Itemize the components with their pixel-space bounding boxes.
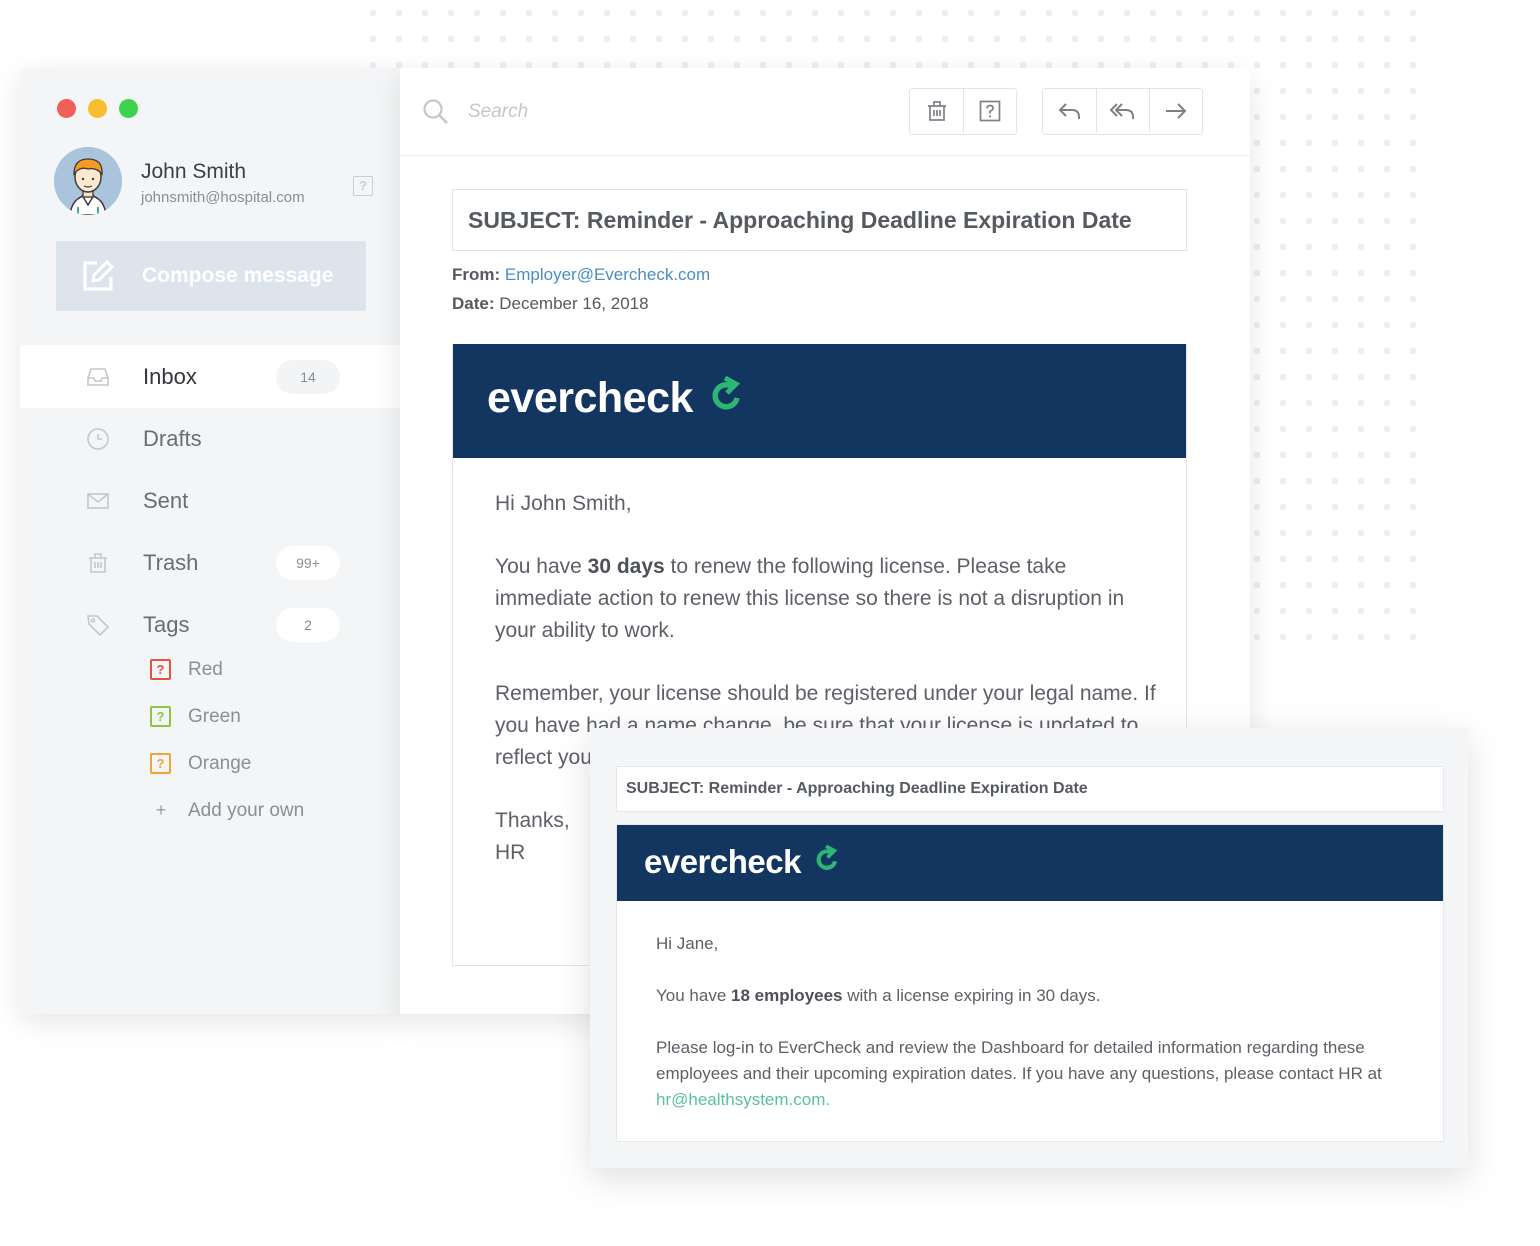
user-email: johnsmith@hospital.com <box>141 189 305 206</box>
count-badge: 14 <box>276 359 340 394</box>
tag-color-icon: ? <box>150 753 171 774</box>
trash-icon <box>89 553 107 573</box>
tag-color-icon: ? <box>150 706 171 727</box>
count-badge: 2 <box>276 608 340 642</box>
popup-paragraph-1: You have 18 employees with a license exp… <box>656 986 1101 1005</box>
forward-arrow-icon <box>1166 103 1187 119</box>
evercheck-logo: evercheck <box>487 374 745 423</box>
tag-label: Green <box>188 705 241 727</box>
refresh-arrow-icon <box>816 844 838 870</box>
search-icon <box>423 99 448 124</box>
reply-button-group <box>1042 88 1203 135</box>
compose-label: Compose message <box>142 264 334 287</box>
add-tag-label: Add your own <box>188 799 305 821</box>
sidebar-item-label: Drafts <box>143 426 202 451</box>
reply-all-icon <box>1109 103 1134 119</box>
reply-all-button[interactable] <box>1096 89 1149 133</box>
compose-icon <box>83 259 115 291</box>
refresh-arrow-icon <box>712 375 741 409</box>
tag-list: ? Red ? Green ? Orange + Add your own <box>20 646 400 834</box>
sidebar-item-label: Inbox <box>143 363 197 389</box>
popup-message: Hi Jane, You have 18 employees with a li… <box>656 931 1416 1139</box>
popup-body-card: evercheck Hi Jane, You have 18 employees… <box>616 824 1444 1142</box>
hr-email-link[interactable]: hr@healthsystem.com. <box>656 1090 830 1109</box>
envelope-icon <box>87 493 109 509</box>
count-badge: 99+ <box>276 546 340 580</box>
sidebar-item-trash[interactable]: Trash 99+ <box>20 532 400 594</box>
tag-color-icon: ? <box>150 659 171 680</box>
forward-button[interactable] <box>1149 89 1202 133</box>
from-line: From: Employer@Evercheck.com <box>452 265 710 285</box>
plus-icon: + <box>155 800 167 820</box>
tag-label: Orange <box>188 752 252 774</box>
sidebar-item-drafts[interactable]: Drafts <box>20 408 400 470</box>
tag-label: Red <box>188 658 223 680</box>
tag-item-green[interactable]: ? Green <box>20 693 400 740</box>
close-window-button[interactable] <box>57 99 76 118</box>
email-subject: SUBJECT: Reminder - Approaching Deadline… <box>452 189 1187 251</box>
add-tag-button[interactable]: + Add your own <box>20 787 400 834</box>
help-icon[interactable]: ? <box>353 176 373 196</box>
popup-paragraph-2: Please log-in to EverCheck and review th… <box>656 1038 1382 1109</box>
sidebar-item-label: Trash <box>143 550 199 575</box>
search-input[interactable] <box>468 96 768 128</box>
email-date: December 16, 2018 <box>499 294 649 313</box>
sidebar-item-label: Tags <box>143 612 190 637</box>
tag-icon <box>87 615 110 637</box>
avatar[interactable] <box>54 147 122 215</box>
tag-item-red[interactable]: ? Red <box>20 646 400 693</box>
popup-banner: evercheck <box>617 825 1443 901</box>
date-label: Date: <box>452 294 495 313</box>
maximize-window-button[interactable] <box>119 99 138 118</box>
minimize-window-button[interactable] <box>88 99 107 118</box>
sidebar-item-sent[interactable]: Sent <box>20 470 400 532</box>
from-label: From: <box>452 265 501 284</box>
date-line: Date: December 16, 2018 <box>452 294 649 314</box>
email-preview-popup: SUBJECT: Reminder - Approaching Deadline… <box>590 728 1468 1168</box>
folder-nav: Inbox 14 Drafts Sent Trash 99+ Tags 2 <box>20 345 400 656</box>
delete-button[interactable] <box>910 89 963 133</box>
sidebar-item-label: Sent <box>143 488 189 513</box>
toolbar <box>400 68 1250 156</box>
help-icon <box>979 100 1001 122</box>
sidebar-item-inbox[interactable]: Inbox 14 <box>20 345 400 408</box>
tag-item-orange[interactable]: ? Orange <box>20 740 400 787</box>
sender-address-link[interactable]: Employer@Evercheck.com <box>505 265 710 284</box>
reply-button[interactable] <box>1043 89 1096 133</box>
paragraph-1: You have 30 days to renew the following … <box>495 555 1125 642</box>
trash-icon <box>927 101 946 121</box>
logo-text: evercheck <box>644 843 801 880</box>
window-controls <box>57 99 138 118</box>
evercheck-logo: evercheck <box>644 843 841 881</box>
reply-icon <box>1058 103 1080 119</box>
user-name: John Smith <box>141 160 247 183</box>
help-button[interactable] <box>963 89 1016 133</box>
sidebar-window: John Smith johnsmith@hospital.com ? Comp… <box>20 68 400 1014</box>
clock-icon <box>87 428 109 450</box>
action-button-group <box>909 88 1017 135</box>
compose-button[interactable]: Compose message <box>56 241 366 311</box>
logo-text: evercheck <box>487 374 693 422</box>
popup-subject: SUBJECT: Reminder - Approaching Deadline… <box>616 766 1444 812</box>
inbox-icon <box>87 367 109 386</box>
greeting: Hi John Smith, <box>495 492 632 515</box>
popup-greeting: Hi Jane, <box>656 934 719 953</box>
email-banner: evercheck <box>453 344 1186 458</box>
